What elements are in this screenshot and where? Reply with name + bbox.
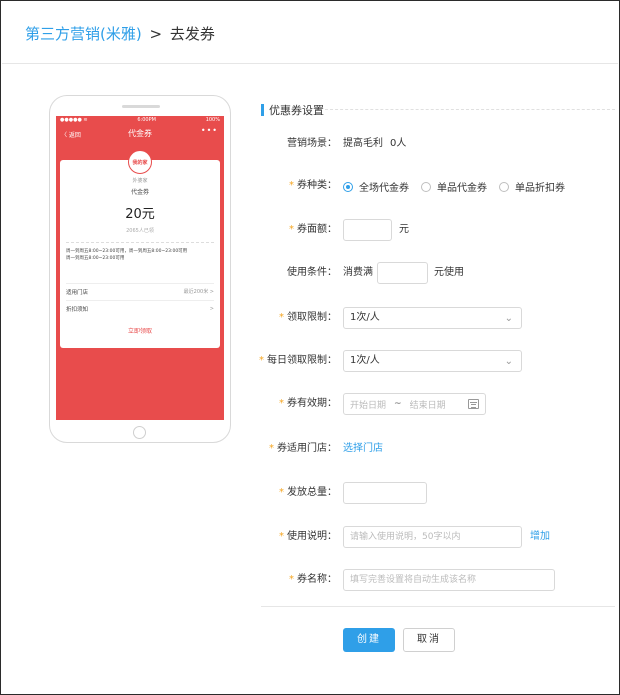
phone-screen: ●●●●● ≋ 6:00PM 100% 〈 返回 代金券 ••• 我的家 外婆家… <box>56 116 224 420</box>
coupon-type: 代金券 <box>130 189 149 196</box>
limit-select[interactable]: 1次/人 ⌄ <box>343 307 522 329</box>
total-label: * 发放总量： <box>279 487 337 498</box>
daily-limit-select[interactable]: 1次/人 ⌄ <box>343 350 522 372</box>
discount-notice-row: 折扣须知 > <box>66 300 214 316</box>
received-count: 2065人已领 <box>126 228 154 234</box>
phone-home-button <box>133 426 146 439</box>
coupon-name-input[interactable]: 填写完善设置将自动生成该名称 <box>343 569 555 591</box>
total-quantity-input[interactable] <box>343 482 427 504</box>
store-label: * 券适用门店： <box>269 443 337 454</box>
usage-time-line-1: 周一到周五8:00~23:00可用，周一到周五8:00~23:00可用 <box>66 249 188 254</box>
chevron-down-icon: ⌄ <box>504 313 513 324</box>
coupon-type-radio-group: 全场代金券 单品代金券 单品折扣券 <box>343 179 577 194</box>
coupon-card: 我的家 外婆家 代金券 20元 2065人已领 周一到周五8:00~23:00可… <box>60 150 220 348</box>
radio-store-wide-voucher[interactable]: 全场代金券 <box>343 179 409 194</box>
amount-unit: 元 <box>399 224 409 235</box>
discount-notice-label: 折扣须知 <box>66 306 89 313</box>
chevron-right-icon: > <box>209 305 214 312</box>
scene-count: 0人 <box>390 138 407 149</box>
claim-now-button: 立即领取 <box>60 323 220 341</box>
add-usage-link[interactable]: 增加 <box>530 530 550 544</box>
start-date-input[interactable]: 开始日期 <box>350 398 386 411</box>
breadcrumb-current: 去发券 <box>169 25 215 43</box>
phone-preview: ●●●●● ≋ 6:00PM 100% 〈 返回 代金券 ••• 我的家 外婆家… <box>49 95 231 443</box>
end-date-input[interactable]: 结束日期 <box>410 398 446 411</box>
usage-time-line-2: 周一到周五8:00~23:00可用 <box>66 256 125 261</box>
radio-checked-icon <box>343 181 353 192</box>
condition-label: 使用条件： <box>287 267 337 278</box>
condition-suffix: 元使用 <box>434 267 464 278</box>
form-divider <box>261 606 615 607</box>
limit-label: * 领取限制： <box>279 312 337 323</box>
radio-unchecked-icon <box>421 181 431 192</box>
condition-input[interactable] <box>377 262 428 284</box>
phone-speaker <box>122 105 160 108</box>
select-store-link[interactable]: 选择门店 <box>343 442 383 456</box>
cancel-button[interactable]: 取消 <box>403 628 455 652</box>
usage-time: 周一到周五8:00~23:00可用，周一到周五8:00~23:00可用 周一到周… <box>66 248 214 262</box>
date-range-picker[interactable]: 开始日期 ~ 结束日期 <box>343 393 486 415</box>
daily-limit-select-value: 1次/人 <box>350 355 380 366</box>
chevron-down-icon: ⌄ <box>504 356 513 367</box>
radio-item-discount[interactable]: 单品折扣券 <box>499 179 565 194</box>
more-icon: ••• <box>200 126 218 135</box>
section-dashed-line <box>325 109 615 110</box>
amount-input[interactable] <box>343 219 392 241</box>
section-marker <box>261 104 264 116</box>
usage-label: * 使用说明： <box>279 531 337 542</box>
shop-name: 外婆家 <box>132 178 148 184</box>
coupon-dashed-divider <box>66 242 214 243</box>
shop-logo: 我的家 <box>128 150 152 174</box>
phone-nav-bar: 〈 返回 代金券 ••• <box>56 124 224 146</box>
coupon-amount: 20元 <box>125 207 155 222</box>
scene-value: 提高毛利 <box>343 138 383 149</box>
radio-item-voucher[interactable]: 单品代金券 <box>421 179 487 194</box>
breadcrumb: 第三方营销(米雅) > 去发券 <box>25 23 215 45</box>
signal-icon: ●●●●● ≋ <box>60 117 88 123</box>
phone-title: 代金券 <box>128 129 152 138</box>
condition-prefix: 消费满 <box>343 267 373 278</box>
section-title: 优惠券设置 <box>261 102 324 118</box>
amount-label: * 券面额： <box>289 224 337 235</box>
radio-unchecked-icon <box>499 181 509 192</box>
limit-select-value: 1次/人 <box>350 312 380 323</box>
range-separator: ~ <box>394 399 402 409</box>
breadcrumb-separator: > <box>149 25 163 43</box>
status-time: 6:00PM <box>137 117 156 123</box>
header-divider <box>2 63 618 64</box>
coupon-name-label: * 券名称： <box>289 574 337 585</box>
phone-status-bar: ●●●●● ≋ 6:00PM 100% <box>56 116 224 124</box>
store-row-value: 最近200米 > <box>183 289 214 295</box>
scene-label: 营销场景： <box>287 138 337 149</box>
daily-limit-label: * 每日领取限制： <box>259 355 337 366</box>
usage-input[interactable]: 请输入使用说明，50字以内 <box>343 526 522 548</box>
store-row: 适用门店 最近200米 > <box>66 283 214 299</box>
create-button[interactable]: 创建 <box>343 628 395 652</box>
window-frame: 第三方营销(米雅) > 去发券 ●●●●● ≋ 6:00PM 100% 〈 返回… <box>0 0 620 695</box>
battery-status: 100% <box>205 117 220 123</box>
coupon-type-label: * 券种类： <box>289 180 337 191</box>
store-row-label: 适用门店 <box>66 289 89 296</box>
breadcrumb-link-marketing[interactable]: 第三方营销(米雅) <box>25 25 142 43</box>
validity-label: * 券有效期： <box>279 398 337 409</box>
calendar-icon[interactable] <box>468 399 479 409</box>
